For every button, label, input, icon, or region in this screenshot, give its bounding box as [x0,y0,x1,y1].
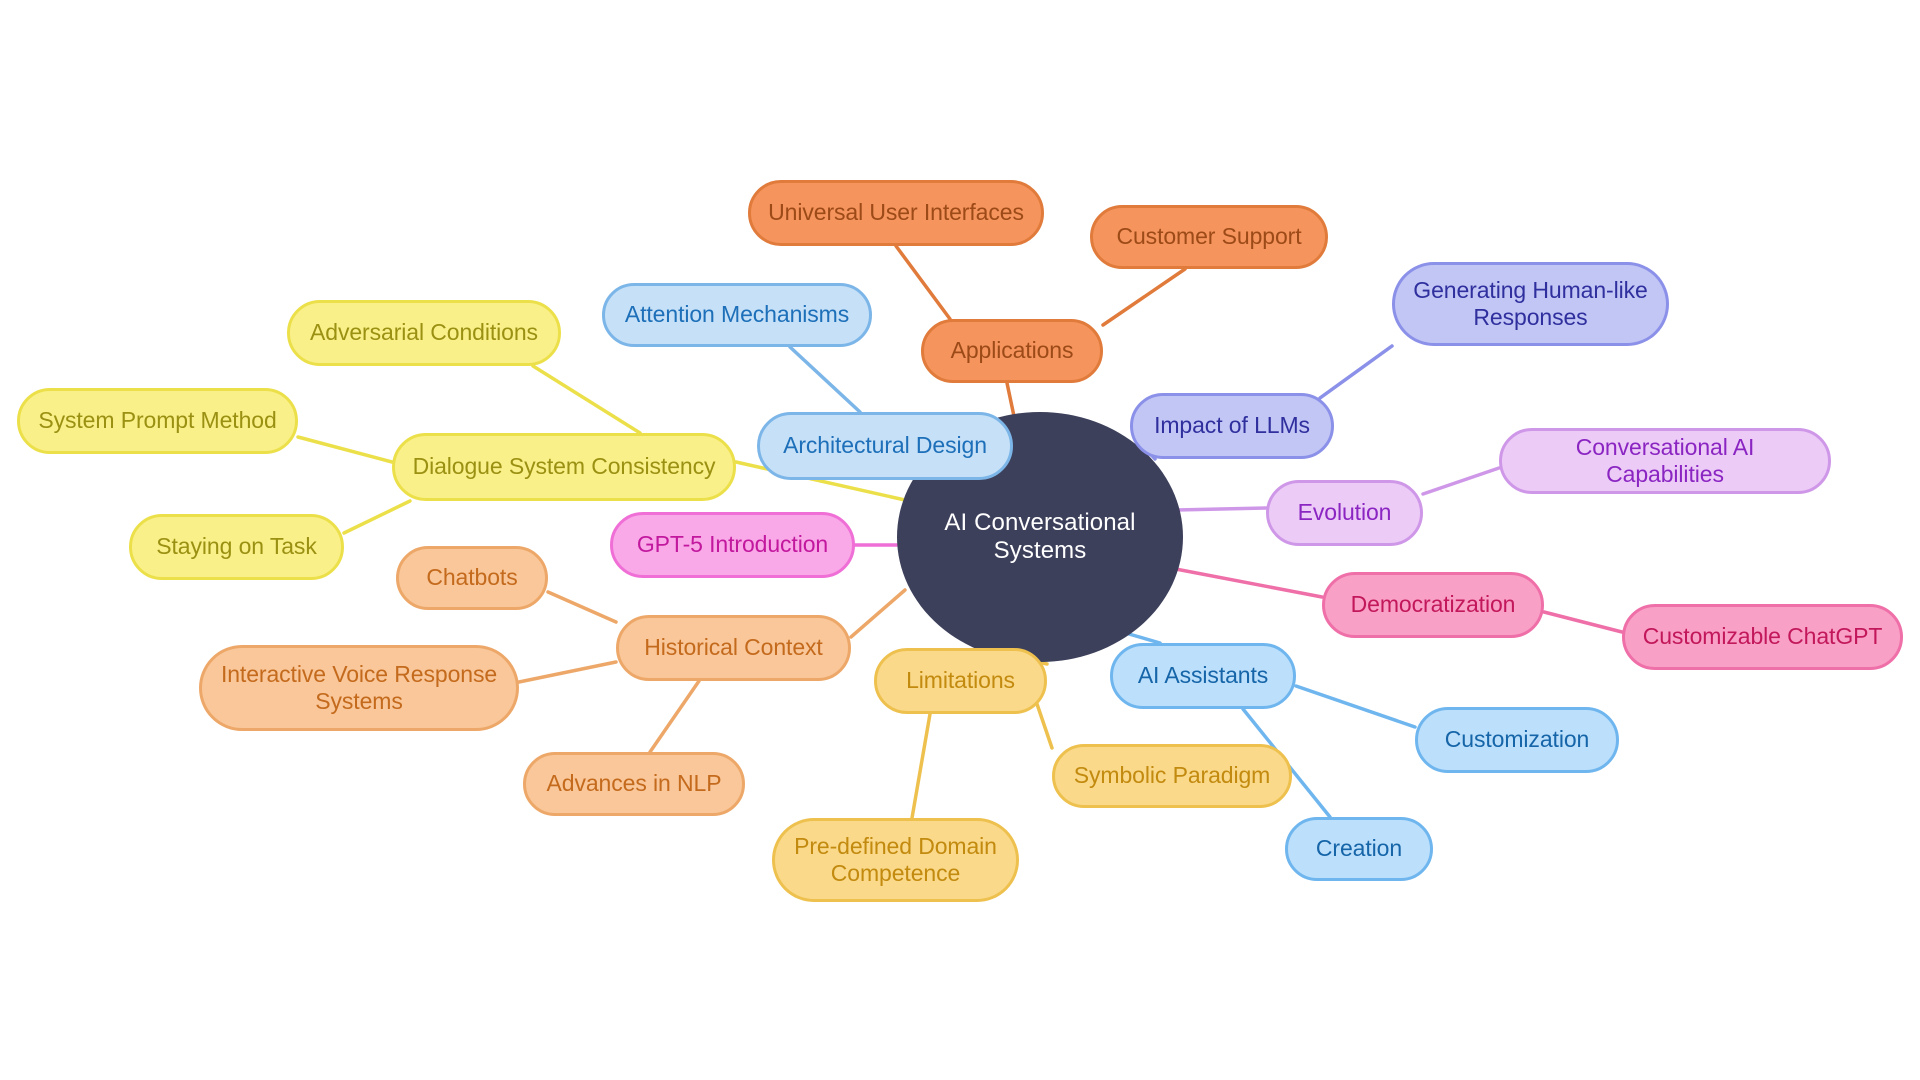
mindmap-node-label: Historical Context [644,634,823,661]
mindmap-node-system-prompt-method[interactable]: System Prompt Method [17,388,298,454]
mindmap-node-generating-human-like-responses[interactable]: Generating Human-like Responses [1392,262,1669,346]
mindmap-node-gpt5-introduction[interactable]: GPT-5 Introduction [610,512,855,578]
mindmap-node-symbolic-paradigm[interactable]: Symbolic Paradigm [1052,744,1292,808]
mindmap-node-impact-of-llms[interactable]: Impact of LLMs [1130,393,1334,459]
node-layer: AI Conversational Systems Universal User … [0,0,1920,1080]
mindmap-node-creation[interactable]: Creation [1285,817,1433,881]
mindmap-node-staying-on-task[interactable]: Staying on Task [129,514,344,580]
mindmap-node-label: Adversarial Conditions [310,319,538,346]
mindmap-node-label: Chatbots [426,564,518,591]
mindmap-node-label: Dialogue System Consistency [412,453,716,480]
mindmap-node-customizable-chatgpt[interactable]: Customizable ChatGPT [1622,604,1903,670]
mindmap-node-label: Applications [950,337,1074,364]
mindmap-node-label: Democratization [1350,591,1516,618]
mindmap-node-conversational-ai-capabilities[interactable]: Conversational AI Capabilities [1499,428,1831,494]
mindmap-node-label: Conversational AI Capabilities [1575,433,1755,487]
mindmap-node-label: Customizable ChatGPT [1642,623,1883,650]
mindmap-node-label: AI Assistants [1137,662,1269,689]
mindmap-node-label: GPT-5 Introduction [636,531,829,558]
mindmap-node-historical-context[interactable]: Historical Context [616,615,851,681]
mindmap-node-label: Impact of LLMs [1154,412,1310,439]
mindmap-node-adversarial-conditions[interactable]: Adversarial Conditions [287,300,561,366]
mindmap-node-ai-assistants[interactable]: AI Assistants [1110,643,1296,709]
mindmap-node-advances-in-nlp[interactable]: Advances in NLP [523,752,745,816]
mindmap-canvas: AI Conversational Systems Universal User … [0,0,1920,1080]
mindmap-node-attention-mechanisms[interactable]: Attention Mechanisms [602,283,872,347]
mindmap-node-pre-defined-domain-competence[interactable]: Pre-defined Domain Competence [772,818,1019,902]
mindmap-node-label: Advances in NLP [546,770,722,797]
mindmap-node-label: Interactive Voice Response Systems [220,660,498,714]
mindmap-node-label: System Prompt Method [38,407,277,434]
mindmap-node-label: Evolution [1297,499,1392,526]
mindmap-node-customer-support[interactable]: Customer Support [1090,205,1328,269]
mindmap-node-interactive-voice-response-systems[interactable]: Interactive Voice Response Systems [199,645,519,731]
mindmap-node-architectural-design[interactable]: Architectural Design [757,412,1013,480]
mindmap-node-democratization[interactable]: Democratization [1322,572,1544,638]
mindmap-node-label: Architectural Design [783,432,987,459]
mindmap-root-label: AI Conversational Systems [944,508,1136,564]
mindmap-node-label: Symbolic Paradigm [1073,762,1271,789]
mindmap-node-dialogue-system-consistency[interactable]: Dialogue System Consistency [392,433,736,501]
mindmap-node-label: Creation [1315,835,1403,862]
mindmap-node-label: Customer Support [1116,223,1302,250]
mindmap-node-chatbots[interactable]: Chatbots [396,546,548,610]
mindmap-node-evolution[interactable]: Evolution [1266,480,1423,546]
mindmap-node-universal-user-interfaces[interactable]: Universal User Interfaces [748,180,1044,246]
mindmap-node-label: Generating Human-like Responses [1413,276,1648,330]
mindmap-node-label: Staying on Task [156,533,317,560]
mindmap-node-label: Attention Mechanisms [624,301,850,328]
mindmap-node-applications[interactable]: Applications [921,319,1103,383]
mindmap-node-customization[interactable]: Customization [1415,707,1619,773]
mindmap-node-label: Customization [1444,726,1590,753]
mindmap-node-limitations[interactable]: Limitations [874,648,1047,714]
mindmap-node-label: Limitations [906,667,1015,694]
mindmap-node-label: Pre-defined Domain Competence [794,832,997,886]
mindmap-node-label: Universal User Interfaces [768,199,1024,226]
